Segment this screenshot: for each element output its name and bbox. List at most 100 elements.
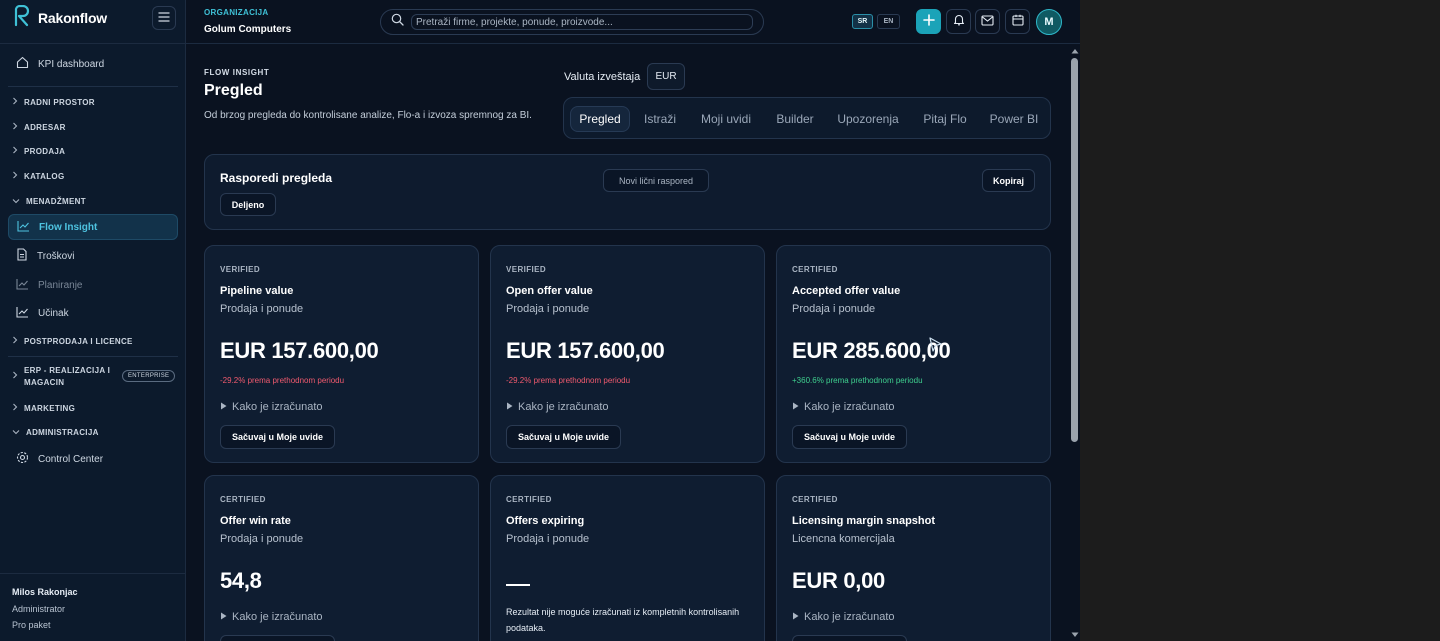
page-title: Pregled: [204, 82, 263, 99]
sidebar-section-katalog[interactable]: KATALOG: [12, 171, 64, 181]
sidebar-section-erp[interactable]: ERP - REALIZACIJA I MAGACIN: [12, 366, 110, 387]
how-calculated-toggle[interactable]: Kako je izračunato: [220, 401, 323, 413]
scroll-down-arrow-icon[interactable]: [1070, 631, 1079, 639]
mouse-cursor-icon: [929, 337, 943, 358]
sidebar-section-postprodaja[interactable]: POSTPRODAJA I LICENCE: [12, 336, 133, 346]
section-label-stack: ERP - REALIZACIJA I MAGACIN: [24, 366, 110, 387]
sidebar-section-radni-prostor[interactable]: RADNI PROSTOR: [12, 97, 95, 107]
tab-builder[interactable]: Builder: [768, 106, 822, 132]
save-to-insights-button[interactable]: Sačuvaj u Moje uvide: [792, 425, 907, 449]
sidebar-section-administracija[interactable]: ADMINISTRACIJA: [12, 428, 99, 437]
card-value: EUR 157.600,00: [506, 338, 665, 363]
report-currency-select[interactable]: EUR: [647, 63, 685, 90]
card-status-tag: CERTIFIED: [792, 495, 838, 504]
sidebar-section-adresar[interactable]: ADRESAR: [12, 122, 66, 132]
card-title: Offer win rate: [220, 515, 291, 527]
chevron-right-icon: [12, 97, 18, 107]
section-label: ADMINISTRACIJA: [26, 428, 99, 437]
card-title: Open offer value: [506, 285, 593, 297]
document-icon: [16, 248, 28, 264]
sidebar-item-troskovi[interactable]: Troškovi: [8, 243, 178, 269]
card-value: EUR 285.600,00: [792, 338, 951, 363]
caret-right-icon: [506, 401, 513, 413]
tab-istrazi[interactable]: Istraži: [636, 106, 684, 132]
search-input[interactable]: [411, 14, 753, 30]
tab-moji-uvidi[interactable]: Moji uvidi: [692, 106, 760, 132]
trend-chart-icon: [16, 278, 29, 293]
mail-icon: [981, 13, 994, 31]
kpi-card-accepted-offer-value: CERTIFIED Accepted offer value Prodaja i…: [776, 245, 1051, 463]
create-new-button[interactable]: [916, 9, 941, 34]
home-icon: [16, 56, 29, 72]
organization-name[interactable]: Golum Computers: [204, 24, 291, 35]
plus-icon: [922, 13, 935, 31]
card-status-tag: VERIFIED: [220, 265, 261, 274]
search-bar[interactable]: [380, 9, 764, 35]
card-status-tag: CERTIFIED: [506, 495, 552, 504]
tab-pitaj-flo[interactable]: Pitaj Flo: [914, 106, 976, 132]
save-to-insights-button[interactable]: [220, 635, 335, 641]
language-en-button[interactable]: EN: [877, 14, 900, 29]
card-value: EUR 157.600,00: [220, 338, 379, 363]
kpi-card-pipeline-value: VERIFIED Pipeline value Prodaja i ponude…: [204, 245, 479, 463]
sidebar-divider: [0, 43, 186, 44]
user-plan: Pro paket: [12, 620, 51, 630]
how-calculated-toggle[interactable]: Kako je izračunato: [506, 401, 609, 413]
language-sr-button[interactable]: SR: [852, 14, 873, 29]
messages-button[interactable]: [975, 9, 1000, 34]
sidebar-item-flow-insight[interactable]: Flow Insight: [8, 214, 178, 240]
brand[interactable]: Rakonflow: [12, 4, 107, 30]
section-label: KATALOG: [24, 171, 65, 181]
sidebar-item-kpi-dashboard[interactable]: KPI dashboard: [8, 51, 178, 77]
caret-right-icon: [220, 401, 227, 413]
card-unavailable-note: Rezultat nije moguće izračunati iz kompl…: [506, 607, 740, 633]
notifications-button[interactable]: [946, 9, 971, 34]
menu-toggle-button[interactable]: [152, 6, 176, 30]
tab-upozorenja[interactable]: Upozorenja: [830, 106, 906, 132]
how-calculated-label: Kako je izračunato: [804, 611, 895, 623]
sidebar-item-planiranje[interactable]: Planiranje: [8, 272, 178, 298]
page-description: Od brzog pregleda do kontrolisane analiz…: [204, 110, 532, 121]
user-avatar[interactable]: M: [1036, 9, 1062, 35]
sidebar-item-control-center[interactable]: Control Center: [8, 446, 178, 472]
caret-right-icon: [792, 611, 799, 623]
chevron-down-icon: [12, 428, 20, 437]
card-delta: -29.2% prema prethodnom periodu: [220, 376, 345, 385]
report-currency-label: Valuta izveštaja: [564, 71, 641, 83]
app-window: Rakonflow KPI dashboard RADNI PROSTOR AD…: [0, 0, 1080, 641]
new-personal-layout-button[interactable]: Novi lični raspored: [603, 169, 709, 192]
scroll-up-arrow-icon[interactable]: [1070, 47, 1079, 55]
section-label: MAGACIN: [24, 378, 65, 387]
sidebar-footer-divider: [0, 573, 186, 574]
tab-pregled[interactable]: Pregled: [570, 106, 630, 132]
how-calculated-toggle[interactable]: Kako je izračunato: [792, 401, 895, 413]
tab-power-bi[interactable]: Power BI: [984, 106, 1044, 132]
save-to-insights-button[interactable]: Sačuvaj u Moje uvide: [220, 425, 335, 449]
empty-value-dash: [506, 584, 530, 586]
organization-label: ORGANIZACIJA: [204, 8, 269, 17]
sidebar-item-label: Flow Insight: [39, 221, 98, 233]
chevron-down-icon: [12, 197, 20, 206]
sidebar-item-ucinak[interactable]: Učinak: [8, 300, 178, 326]
save-to-insights-button[interactable]: Sačuvaj u Moje uvide: [506, 425, 621, 449]
save-to-insights-button[interactable]: [792, 635, 907, 641]
calendar-button[interactable]: [1005, 9, 1030, 34]
kpi-card-offers-expiring: CERTIFIED Offers expiring Prodaja i ponu…: [490, 475, 765, 641]
sidebar-item-label: KPI dashboard: [38, 58, 105, 70]
how-calculated-toggle[interactable]: Kako je izračunato: [792, 611, 895, 623]
how-calculated-toggle[interactable]: Kako je izračunato: [220, 611, 323, 623]
chevron-right-icon: [12, 403, 18, 413]
card-title: Pipeline value: [220, 285, 294, 297]
scrollbar-thumb[interactable]: [1071, 58, 1078, 442]
sidebar-divider: [8, 86, 178, 87]
hamburger-icon: [158, 9, 170, 27]
sidebar-section-marketing[interactable]: MARKETING: [12, 403, 75, 413]
copy-layout-button[interactable]: Kopiraj: [982, 169, 1035, 192]
how-calculated-label: Kako je izračunato: [232, 611, 323, 623]
sidebar-section-menadzment[interactable]: MENADŽMENT: [12, 197, 86, 206]
shared-layout-button[interactable]: Deljeno: [220, 193, 276, 216]
brand-name: Rakonflow: [38, 10, 107, 26]
card-title: Licensing margin snapshot: [792, 515, 936, 527]
caret-right-icon: [792, 401, 799, 413]
sidebar-section-prodaja[interactable]: PRODAJA: [12, 146, 65, 156]
